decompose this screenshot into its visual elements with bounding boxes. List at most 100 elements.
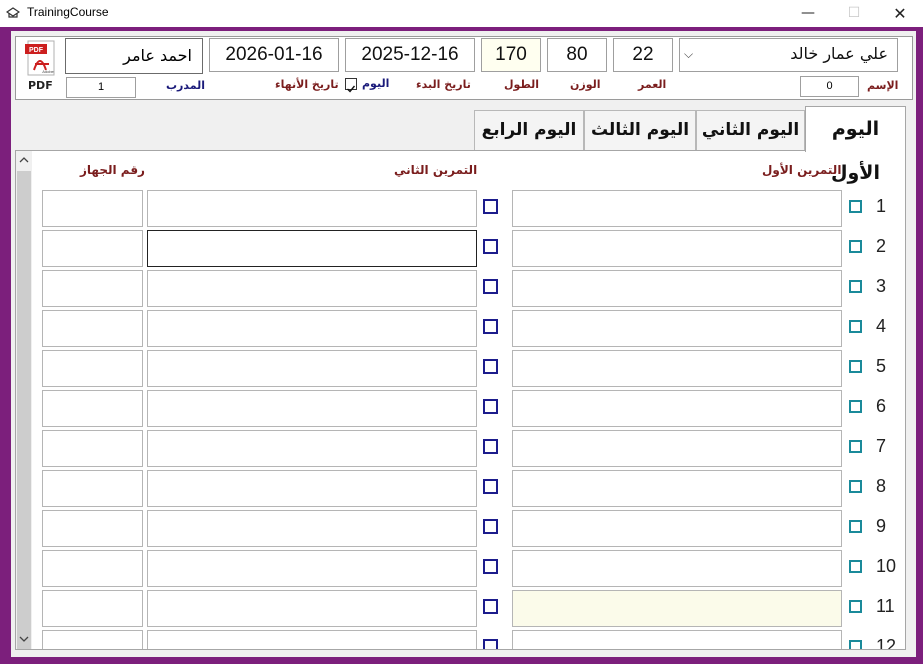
exercise-panel: رقم الجهاز التمرين الثاني التمرين الأول … [15, 150, 906, 650]
device-number-input[interactable] [42, 310, 143, 347]
device-number-input[interactable] [42, 470, 143, 507]
start-date-label: تاريخ البدء [416, 78, 471, 91]
name-combobox[interactable]: ⌵ علي عمار خالد [679, 38, 898, 72]
exercise1-input[interactable] [512, 390, 842, 427]
exercise1-input[interactable] [512, 470, 842, 507]
exercise1-checkbox[interactable] [849, 480, 862, 493]
exercise1-checkbox[interactable] [849, 560, 862, 573]
exercise2-checkbox[interactable] [483, 359, 498, 374]
minimize-button[interactable]: — [785, 0, 831, 27]
exercise2-input[interactable] [147, 630, 477, 649]
exercise1-checkbox[interactable] [849, 600, 862, 613]
exercise2-input[interactable] [147, 550, 477, 587]
exercise2-checkbox[interactable] [483, 519, 498, 534]
exercise1-input[interactable] [512, 310, 842, 347]
exercise2-checkbox[interactable] [483, 479, 498, 494]
table-row: 4 [16, 310, 905, 350]
exercise2-input[interactable] [147, 430, 477, 467]
exercise1-input[interactable] [512, 630, 842, 649]
exercise2-checkbox[interactable] [483, 559, 498, 574]
today-label: اليوم [362, 77, 390, 90]
app-icon [6, 7, 20, 18]
student-id-input[interactable]: 0 [800, 76, 859, 97]
exercise2-checkbox[interactable] [483, 199, 498, 214]
exercise1-checkbox[interactable] [849, 440, 862, 453]
table-row: 11 [16, 590, 905, 630]
exercise2-input[interactable] [147, 510, 477, 547]
weight-label: الوزن [570, 78, 601, 91]
exercise2-input[interactable] [147, 390, 477, 427]
checkmark-icon [347, 85, 356, 93]
pdf-icon[interactable]: PDF Adobe [24, 40, 58, 76]
exercise2-checkbox[interactable] [483, 239, 498, 254]
start-date-input[interactable]: 2025-12-16 [345, 38, 475, 72]
end-date-label: تاريخ الأنهاء [275, 78, 339, 91]
device-number-input[interactable] [42, 550, 143, 587]
exercise1-input[interactable] [512, 270, 842, 307]
exercise1-checkbox[interactable] [849, 360, 862, 373]
pdf-icon-subtext: Adobe [42, 69, 54, 74]
exercise2-input[interactable] [147, 230, 477, 267]
device-number-input[interactable] [42, 510, 143, 547]
exercise2-input[interactable] [147, 310, 477, 347]
exercise1-checkbox[interactable] [849, 200, 862, 213]
scroll-up-icon[interactable] [16, 153, 32, 167]
maximize-button[interactable]: ☐ [831, 0, 877, 27]
table-row: 7 [16, 430, 905, 470]
exercise1-input[interactable] [512, 350, 842, 387]
tab-day-4[interactable]: اليوم الرابع [474, 110, 584, 150]
device-number-input[interactable] [42, 590, 143, 627]
device-number-input[interactable] [42, 430, 143, 467]
exercise2-checkbox[interactable] [483, 439, 498, 454]
exercise1-checkbox[interactable] [849, 320, 862, 333]
device-number-input[interactable] [42, 630, 143, 649]
pdf-label: PDF [28, 79, 53, 92]
device-number-input[interactable] [42, 190, 143, 227]
device-number-input[interactable] [42, 230, 143, 267]
tab-day-3[interactable]: اليوم الثالث [584, 110, 696, 150]
row-number: 8 [876, 476, 887, 496]
device-number-input[interactable] [42, 270, 143, 307]
trainer-id-input[interactable]: 1 [66, 77, 136, 98]
exercise2-input[interactable] [147, 270, 477, 307]
exercise1-input[interactable] [512, 510, 842, 547]
name-label: الإسم [867, 79, 899, 92]
exercise2-checkbox[interactable] [483, 399, 498, 414]
table-row: 8 [16, 470, 905, 510]
exercise2-input[interactable] [147, 470, 477, 507]
age-input[interactable]: 22 [613, 38, 673, 72]
exercise1-input[interactable] [512, 590, 842, 627]
exercise1-checkbox[interactable] [849, 280, 862, 293]
exercise2-input[interactable] [147, 590, 477, 627]
title-bar: TrainingCourse — ☐ ✕ [0, 0, 923, 27]
tab-day-1[interactable]: اليوم الأول [805, 106, 906, 184]
exercise1-input[interactable] [512, 230, 842, 267]
exercise1-checkbox[interactable] [849, 240, 862, 253]
device-number-input[interactable] [42, 350, 143, 387]
row-number: 10 [876, 556, 897, 576]
table-row: 12 [16, 630, 905, 649]
exercise2-checkbox[interactable] [483, 319, 498, 334]
exercise2-input[interactable] [147, 350, 477, 387]
chevron-down-icon[interactable]: ⌵ [684, 47, 693, 62]
exercise1-checkbox[interactable] [849, 520, 862, 533]
exercise2-input[interactable] [147, 190, 477, 227]
exercise1-input[interactable] [512, 550, 842, 587]
weight-input[interactable]: 80 [547, 38, 607, 72]
exercise1-input[interactable] [512, 430, 842, 467]
exercise1-checkbox[interactable] [849, 640, 862, 649]
height-input[interactable]: 170 [481, 38, 541, 72]
device-number-input[interactable] [42, 390, 143, 427]
exercise2-checkbox[interactable] [483, 639, 498, 649]
tab-day-2[interactable]: اليوم الثاني [696, 110, 805, 150]
exercise1-input[interactable] [512, 190, 842, 227]
exercise2-checkbox[interactable] [483, 279, 498, 294]
close-button[interactable]: ✕ [877, 0, 923, 27]
today-checkbox[interactable] [345, 78, 357, 93]
trainer-input[interactable]: احمد عامر [65, 38, 203, 74]
pdf-icon-text: PDF [29, 47, 44, 54]
end-date-input[interactable]: 2026-01-16 [209, 38, 339, 72]
exercise2-checkbox[interactable] [483, 599, 498, 614]
name-value: علي عمار خالد [790, 44, 888, 63]
exercise1-checkbox[interactable] [849, 400, 862, 413]
